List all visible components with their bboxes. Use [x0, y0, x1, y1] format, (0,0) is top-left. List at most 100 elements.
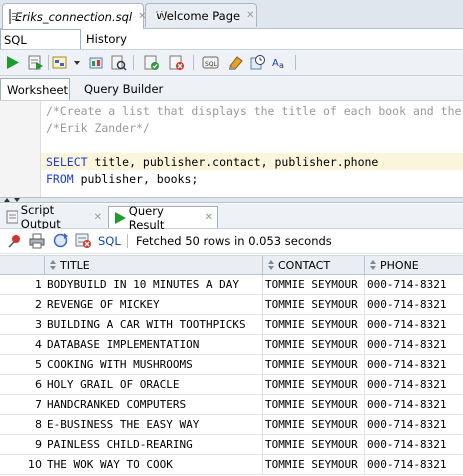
sql-link[interactable]: SQL: [98, 234, 121, 248]
row-number: 6: [35, 378, 42, 391]
sql-editor[interactable]: /*Create a list that displays the title …: [0, 101, 463, 197]
tab-sql-worksheet[interactable]: SQL Worksheet: [0, 29, 81, 67]
cell-phone[interactable]: 000-714-8321: [365, 315, 463, 334]
explain-plan-icon[interactable]: [52, 54, 69, 71]
svg-text:a: a: [279, 61, 284, 70]
editor-line-5: FROM publisher, books;: [46, 172, 199, 186]
editor-tab-label: Eriks_connection.sql: [15, 9, 133, 24]
tab-script-output[interactable]: Script Output ✕: [2, 203, 106, 231]
cell-contact[interactable]: TOMMIE SEYMOUR: [263, 355, 365, 374]
column-header-contact[interactable]: CONTACT: [263, 256, 365, 275]
grid-header: TITLE CONTACT PHONE: [0, 255, 463, 275]
column-header-phone[interactable]: PHONE: [365, 256, 463, 275]
cell-phone[interactable]: 000-714-8321: [365, 455, 463, 474]
autotrace-icon[interactable]: [88, 54, 105, 71]
cancel-query-icon[interactable]: [75, 232, 92, 249]
editor-tab-label: Welcome Page: [156, 8, 241, 23]
print-icon[interactable]: [29, 233, 45, 249]
sql-tuning-icon[interactable]: [110, 54, 127, 71]
table-row[interactable]: 4 DATABASE IMPLEMENTATION TOMMIE SEYMOUR 00…: [0, 335, 463, 355]
editor-line-4: SELECT title, publisher.contact, publish…: [46, 155, 379, 169]
commit-icon[interactable]: [143, 54, 160, 71]
pin-icon[interactable]: [7, 233, 23, 249]
close-tab-icon[interactable]: ✕: [205, 212, 213, 223]
editor-line-2: /*Erik Zander*/: [46, 121, 150, 135]
tab-worksheet[interactable]: Worksheet: [0, 78, 70, 100]
worksheet-history-tabs: SQL Worksheet History: [0, 29, 463, 67]
query-result-label: Query Result: [128, 203, 165, 232]
row-number: 4: [35, 338, 42, 351]
table-row[interactable]: 7 HANDCRANKED COMPUTERS TOMMIE SEYMOUR 000-…: [0, 395, 463, 415]
cell-title[interactable]: DATABASE IMPLEMENTATION: [45, 335, 263, 354]
cell-title[interactable]: COOKING WITH MUSHROOMS: [45, 355, 263, 374]
sql-file-icon: [9, 9, 19, 24]
cell-phone[interactable]: 000-714-8321: [365, 435, 463, 454]
cell-title[interactable]: BUILDING A CAR WITH TOOTHPICKS: [45, 315, 263, 334]
editor-mode-tabs: Worksheet Query Builder: [0, 76, 463, 101]
run-statement-icon[interactable]: [4, 54, 21, 71]
row-number: 7: [35, 398, 42, 411]
cell-contact[interactable]: TOMMIE SEYMOUR: [263, 375, 365, 394]
unshared-sql-icon[interactable]: SQL: [202, 54, 219, 71]
close-tab-icon[interactable]: ✕: [246, 10, 254, 21]
cell-contact[interactable]: TOMMIE SEYMOUR: [263, 275, 365, 294]
cell-contact[interactable]: TOMMIE SEYMOUR: [263, 395, 365, 414]
cell-title[interactable]: HOLY GRAIL OF ORACLE: [45, 375, 263, 394]
table-row[interactable]: 2 REVENGE OF MICKEY TOMMIE SEYMOUR 000-714-…: [0, 295, 463, 315]
row-number-header: [0, 256, 45, 275]
svg-text:SQL: SQL: [205, 61, 218, 68]
table-row[interactable]: 10 THE WOK WAY TO COOK TOMMIE SEYMOUR 000-7…: [0, 455, 463, 475]
clear-icon[interactable]: [227, 54, 244, 71]
tab-history[interactable]: History: [83, 29, 130, 49]
cell-phone[interactable]: 000-714-8321: [365, 355, 463, 374]
format-case-icon[interactable]: Aa: [271, 54, 288, 71]
cell-title[interactable]: BODYBUILD IN 10 MINUTES A DAY: [45, 275, 263, 294]
table-row[interactable]: 1 BODYBUILD IN 10 MINUTES A DAY TOMMIE SEY…: [0, 275, 463, 295]
cell-title[interactable]: REVENGE OF MICKEY: [45, 295, 263, 314]
column-header-title[interactable]: TITLE: [45, 256, 263, 275]
row-number: 10: [28, 458, 42, 471]
cell-phone[interactable]: 000-714-8321: [365, 395, 463, 414]
output-tabs: Script Output ✕ Query Result ✕: [0, 203, 463, 232]
cell-phone[interactable]: 000-714-8321: [365, 335, 463, 354]
row-number: 9: [35, 438, 42, 451]
table-row[interactable]: 3 BUILDING A CAR WITH TOOTHPICKS TOMMIE SE…: [0, 315, 463, 335]
run-script-icon[interactable]: [27, 54, 44, 71]
sort-icon[interactable]: [50, 260, 57, 271]
fetch-status: Fetched 50 rows in 0.053 seconds: [136, 234, 332, 248]
cell-phone[interactable]: 000-714-8321: [365, 375, 463, 394]
result-toolbar: SQL Fetched 50 rows in 0.053 seconds: [0, 229, 463, 254]
cell-phone[interactable]: 000-714-8321: [365, 415, 463, 434]
cell-contact[interactable]: TOMMIE SEYMOUR: [263, 415, 365, 434]
tab-query-result[interactable]: Query Result ✕: [108, 204, 218, 232]
dropdown-icon[interactable]: [72, 54, 82, 71]
sort-icon[interactable]: [370, 260, 377, 271]
cell-contact[interactable]: TOMMIE SEYMOUR: [263, 315, 365, 334]
cell-contact[interactable]: TOMMIE SEYMOUR: [263, 295, 365, 314]
cell-phone[interactable]: 000-714-8321: [365, 275, 463, 294]
tab-query-builder[interactable]: Query Builder: [78, 78, 169, 100]
table-row[interactable]: 5 COOKING WITH MUSHROOMS TOMMIE SEYMOUR 000…: [0, 355, 463, 375]
cell-title[interactable]: E-BUSINESS THE EASY WAY: [45, 415, 263, 434]
table-row[interactable]: 9 PAINLESS CHILD-REARING TOMMIE SEYMOUR 000…: [0, 435, 463, 455]
cell-title[interactable]: HANDCRANKED COMPUTERS: [45, 395, 263, 414]
history-icon[interactable]: [249, 54, 266, 71]
cell-phone[interactable]: 000-714-8321: [365, 295, 463, 314]
editor-line-1: /*Create a list that displays the title …: [46, 104, 462, 118]
editor-tab-welcome[interactable]: Welcome Page ✕: [145, 3, 257, 27]
cell-contact[interactable]: TOMMIE SEYMOUR: [263, 335, 365, 354]
close-tab-icon[interactable]: ✕: [94, 212, 102, 223]
table-row[interactable]: 8 E-BUSINESS THE EASY WAY TOMMIE SEYMOUR 00…: [0, 415, 463, 435]
cell-contact[interactable]: TOMMIE SEYMOUR: [263, 455, 365, 474]
editor-tab-sql-file[interactable]: Eriks_connection.sql ✕: [2, 3, 147, 29]
row-number: 3: [35, 318, 42, 331]
editor-tab-strip: Eriks_connection.sql ✕ Welcome Page ✕: [0, 0, 463, 29]
result-grid[interactable]: TITLE CONTACT PHONE 1 BODYBUILD IN 10 MIN…: [0, 255, 463, 476]
refresh-icon[interactable]: [52, 232, 69, 249]
cell-contact[interactable]: TOMMIE SEYMOUR: [263, 435, 365, 454]
cell-title[interactable]: THE WOK WAY TO COOK: [45, 455, 263, 474]
rollback-icon[interactable]: [168, 54, 185, 71]
cell-title[interactable]: PAINLESS CHILD-REARING: [45, 435, 263, 454]
table-row[interactable]: 6 HOLY GRAIL OF ORACLE TOMMIE SEYMOUR 000-7…: [0, 375, 463, 395]
sort-icon[interactable]: [268, 260, 275, 271]
